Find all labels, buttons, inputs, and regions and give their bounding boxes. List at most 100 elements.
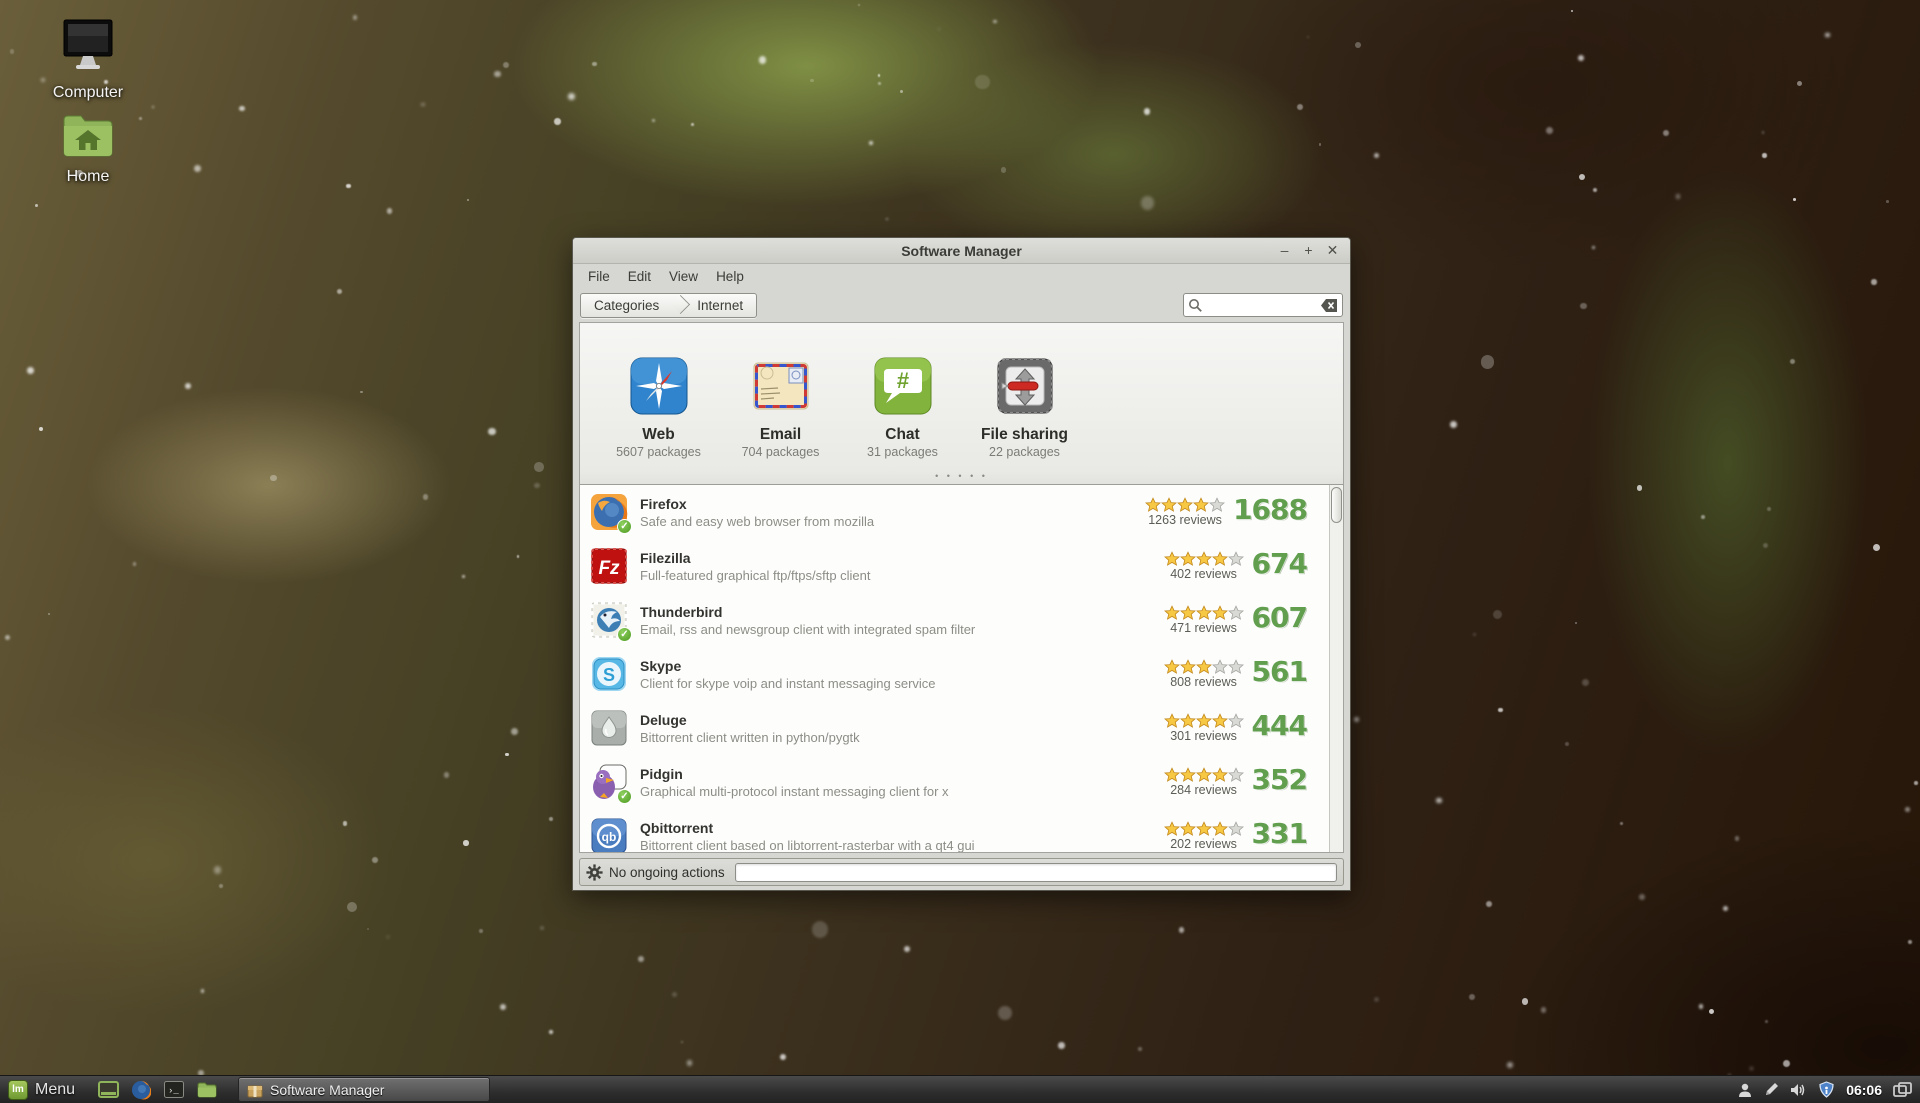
show-desktop-icon[interactable] [97,1079,119,1101]
taskbar-task-software-manager[interactable]: Software Manager [238,1077,490,1102]
menu-file[interactable]: File [579,266,619,287]
menubar: File Edit View Help [573,264,1350,288]
scrollbar[interactable] [1329,485,1343,853]
update-shield-icon[interactable] [1818,1081,1835,1098]
status-text: No ongoing actions [609,865,725,880]
app-rating: 808 reviews 561 [1164,659,1319,689]
app-name: Pidgin [640,766,949,782]
gear-icon [586,864,603,881]
app-name: Deluge [640,712,860,728]
app-row-skype[interactable]: S Skype Client for skype voip and instan… [580,647,1329,701]
menu-help[interactable]: Help [707,266,753,287]
app-score: 607 [1252,605,1307,631]
app-description: Full-featured graphical ftp/ftps/sftp cl… [640,568,871,583]
app-name: Qbittorrent [640,820,975,836]
installed-badge: ✓ [617,789,632,804]
titlebar[interactable]: Software Manager – + ✕ [573,238,1350,264]
app-rating: 1263 reviews 1688 [1145,497,1319,527]
app-description: Graphical multi-protocol instant messagi… [640,784,949,799]
menu-button[interactable]: lm Menu [0,1076,87,1103]
qbittorrent-icon: qb [590,817,628,853]
progress-bar [735,863,1337,882]
app-row-qbittorrent[interactable]: qb Qbittorrent Bittorrent client based o… [580,809,1329,853]
search-input[interactable] [1203,298,1321,313]
menu-view[interactable]: View [660,266,707,287]
breadcrumb-internet[interactable]: Internet [684,294,756,317]
app-row-firefox[interactable]: ✓ Firefox Safe and easy web browser from… [580,485,1329,539]
user-applet-icon[interactable] [1737,1082,1753,1098]
terminal-launcher-icon[interactable]: ›_ [163,1079,185,1101]
status-bar: No ongoing actions [579,858,1344,886]
category-packages: 704 packages [724,445,837,459]
desktop-icon-label: Home [33,168,143,186]
menu-button-label: Menu [35,1081,75,1099]
review-count: 808 reviews [1164,675,1244,689]
pane-resize-grip[interactable]: • • • • • [580,471,1343,485]
workspace-switcher-icon[interactable] [1893,1082,1912,1098]
file-sharing-category-icon [994,355,1056,417]
window-title: Software Manager [573,243,1350,259]
category-packages: 22 packages [968,445,1081,459]
star-rating [1164,821,1244,837]
star-rating [1164,659,1244,675]
category-chat[interactable]: # Chat 31 packages [846,353,959,471]
firefox-launcher-icon[interactable] [130,1079,152,1101]
app-score: 331 [1252,821,1307,847]
app-score: 352 [1252,767,1307,793]
clock[interactable]: 06:06 [1846,1082,1882,1098]
system-tray: 06:06 [1737,1081,1920,1098]
category-file-sharing[interactable]: File sharing 22 packages [968,353,1081,471]
app-score: 444 [1252,713,1307,739]
app-description: Bittorrent client written in python/pygt… [640,730,860,745]
app-description: Safe and easy web browser from mozilla [640,514,874,529]
installed-badge: ✓ [617,519,632,534]
app-score: 674 [1252,551,1307,577]
file-manager-launcher-icon[interactable] [196,1079,218,1101]
thunderbird-icon: ✓ [590,601,628,639]
category-name: File sharing [968,426,1081,444]
email-category-icon [750,355,812,417]
clear-search-icon[interactable] [1321,299,1338,312]
volume-icon[interactable] [1790,1083,1807,1097]
pen-applet-icon[interactable] [1764,1082,1779,1097]
scrollbar-thumb[interactable] [1331,487,1342,523]
breadcrumb-categories[interactable]: Categories [581,294,672,317]
app-name: Firefox [640,496,874,512]
filezilla-icon: Fz [590,547,628,585]
software-manager-window: Software Manager – + ✕ File Edit View He… [572,237,1351,891]
app-rating: 402 reviews 674 [1164,551,1319,581]
maximize-button[interactable]: + [1301,243,1316,258]
toolbar: Categories Internet [573,288,1350,322]
search-box[interactable] [1183,293,1343,317]
app-score: 1688 [1233,497,1307,523]
app-row-filezilla[interactable]: Fz Filezilla Full-featured graphical ftp… [580,539,1329,593]
category-web[interactable]: Web 5607 packages [602,353,715,471]
installed-badge: ✓ [617,627,632,642]
app-row-thunderbird[interactable]: ✓ Thunderbird Email, rss and newsgroup c… [580,593,1329,647]
app-row-pidgin[interactable]: ✓ Pidgin Graphical multi-protocol instan… [580,755,1329,809]
review-count: 202 reviews [1164,837,1244,851]
desktop-icon-computer[interactable]: Computer [33,18,143,102]
svg-text:Fz: Fz [598,558,620,579]
app-list: ✓ Firefox Safe and easy web browser from… [580,485,1343,853]
breadcrumb: Categories Internet [580,293,757,318]
svg-text:#: # [896,368,908,393]
home-folder-icon [59,112,117,160]
app-rating: 471 reviews 607 [1164,605,1319,635]
software-manager-task-icon [247,1082,263,1098]
app-description: Bittorrent client based on libtorrent-ra… [640,838,975,853]
app-row-deluge[interactable]: Deluge Bittorrent client written in pyth… [580,701,1329,755]
star-rating [1164,605,1244,621]
close-button[interactable]: ✕ [1325,243,1340,258]
category-name: Email [724,426,837,444]
review-count: 402 reviews [1164,567,1244,581]
review-count: 284 reviews [1164,783,1244,797]
menu-edit[interactable]: Edit [619,266,660,287]
category-email[interactable]: Email 704 packages [724,353,837,471]
category-packages: 31 packages [846,445,959,459]
svg-text:qb: qb [602,830,617,844]
app-name: Thunderbird [640,604,975,620]
minimize-button[interactable]: – [1277,243,1292,258]
star-rating [1164,713,1244,729]
desktop-icon-home[interactable]: Home [33,112,143,186]
